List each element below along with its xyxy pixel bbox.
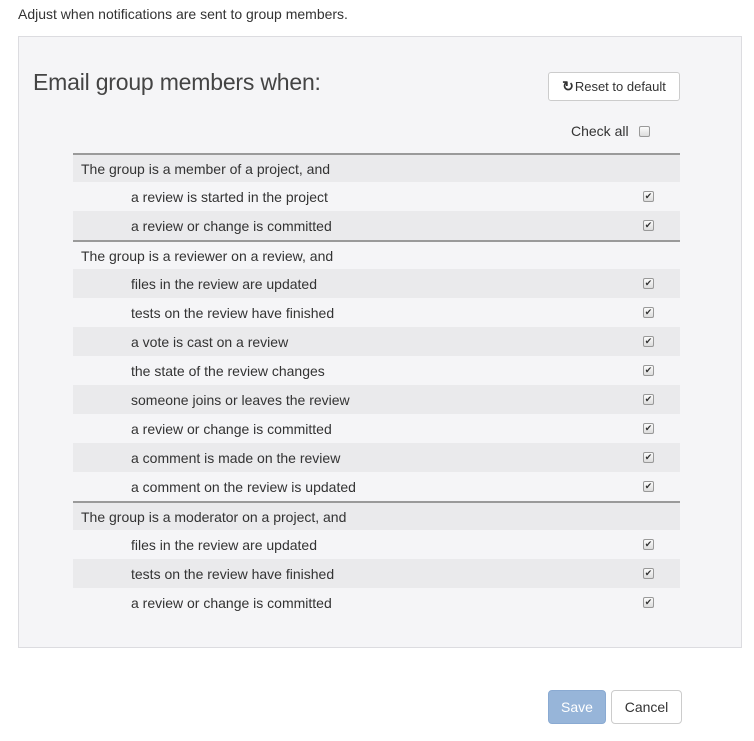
rule-checkbox[interactable]: ✔ bbox=[643, 220, 654, 231]
rule-row: tests on the review have finished ✔ bbox=[73, 559, 680, 588]
panel-title: Email group members when: bbox=[33, 69, 321, 95]
rule-row: a vote is cast on a review ✔ bbox=[73, 327, 680, 356]
notification-rules-table: The group is a member of a project, and a… bbox=[73, 153, 680, 617]
section-header: The group is a reviewer on a review, and bbox=[73, 240, 680, 269]
rule-checkbox[interactable]: ✔ bbox=[643, 568, 654, 579]
rule-checkbox[interactable]: ✔ bbox=[643, 597, 654, 608]
rule-checkbox[interactable]: ✔ bbox=[643, 365, 654, 376]
rule-checkbox[interactable]: ✔ bbox=[643, 336, 654, 347]
rule-label: a review is started in the project bbox=[131, 188, 328, 205]
rule-row: a review or change is committed ✔ bbox=[73, 211, 680, 240]
cancel-button[interactable]: Cancel bbox=[611, 690, 682, 724]
rule-label: someone joins or leaves the review bbox=[131, 391, 350, 408]
section-header: The group is a member of a project, and bbox=[73, 153, 680, 182]
rule-label: tests on the review have finished bbox=[131, 304, 335, 321]
rule-label: tests on the review have finished bbox=[131, 565, 335, 582]
rule-row: the state of the review changes ✔ bbox=[73, 356, 680, 385]
section-header-label: The group is a moderator on a project, a… bbox=[81, 508, 347, 525]
rule-label: files in the review are updated bbox=[131, 275, 317, 292]
rule-checkbox[interactable]: ✔ bbox=[643, 423, 654, 434]
rule-checkbox[interactable]: ✔ bbox=[643, 452, 654, 463]
rule-row: someone joins or leaves the review ✔ bbox=[73, 385, 680, 414]
rule-checkbox[interactable]: ✔ bbox=[643, 307, 654, 318]
refresh-icon: ↻ bbox=[562, 78, 574, 94]
rule-row: files in the review are updated ✔ bbox=[73, 530, 680, 559]
check-all-label: Check all bbox=[571, 123, 629, 139]
rule-row: files in the review are updated ✔ bbox=[73, 269, 680, 298]
rule-row: a review or change is committed ✔ bbox=[73, 414, 680, 443]
rule-label: a vote is cast on a review bbox=[131, 333, 289, 350]
check-all-checkbox[interactable] bbox=[638, 125, 650, 137]
rule-row: a comment on the review is updated ✔ bbox=[73, 472, 680, 501]
reset-button-label: Reset to default bbox=[574, 79, 666, 94]
rule-label: files in the review are updated bbox=[131, 536, 317, 553]
section-header: The group is a moderator on a project, a… bbox=[73, 501, 680, 530]
check-all: Check all bbox=[571, 123, 650, 139]
rule-row: a review is started in the project ✔ bbox=[73, 182, 680, 211]
section-header-label: The group is a reviewer on a review, and bbox=[81, 247, 334, 264]
rule-checkbox[interactable]: ✔ bbox=[643, 481, 654, 492]
rule-checkbox[interactable]: ✔ bbox=[643, 278, 654, 289]
rule-row: tests on the review have finished ✔ bbox=[73, 298, 680, 327]
rule-checkbox[interactable]: ✔ bbox=[643, 539, 654, 550]
rule-label: a comment on the review is updated bbox=[131, 478, 356, 495]
rule-checkbox[interactable]: ✔ bbox=[643, 191, 654, 202]
rule-checkbox[interactable]: ✔ bbox=[643, 394, 654, 405]
rule-label: a review or change is committed bbox=[131, 217, 332, 234]
notification-settings-panel: Email group members when: ↻ Reset to def… bbox=[18, 36, 742, 648]
intro-text: Adjust when notifications are sent to gr… bbox=[18, 6, 348, 22]
rule-row: a comment is made on the review ✔ bbox=[73, 443, 680, 472]
rule-label: a comment is made on the review bbox=[131, 449, 341, 466]
rule-label: a review or change is committed bbox=[131, 420, 332, 437]
rule-label: a review or change is committed bbox=[131, 594, 332, 611]
rule-row: a review or change is committed ✔ bbox=[73, 588, 680, 617]
rule-label: the state of the review changes bbox=[131, 362, 325, 379]
reset-to-default-button[interactable]: ↻ Reset to default bbox=[548, 72, 680, 101]
form-actions: Save Cancel bbox=[548, 690, 682, 724]
save-button[interactable]: Save bbox=[548, 690, 606, 724]
section-header-label: The group is a member of a project, and bbox=[81, 160, 331, 177]
